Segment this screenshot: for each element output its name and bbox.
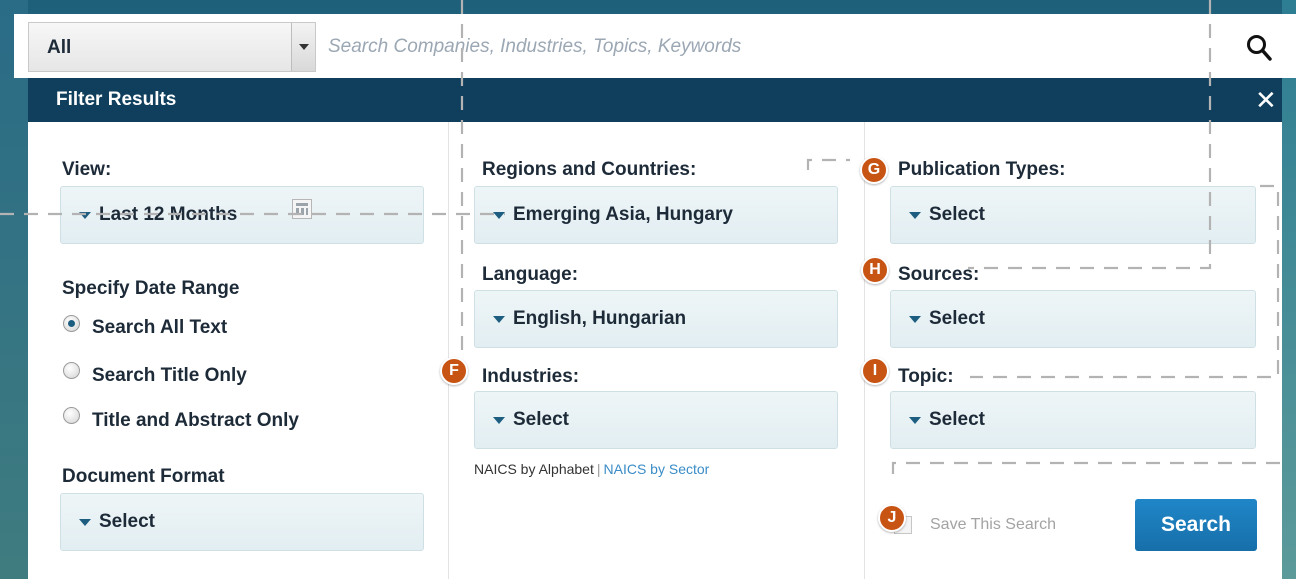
document-format-label: Document Format <box>62 466 225 487</box>
topic-select[interactable]: Select <box>890 391 1256 449</box>
naics-links: NAICS by Alphabet | NAICS by Sector <box>474 461 709 477</box>
view-select[interactable]: Last 12 Months <box>60 186 424 244</box>
topic-label: Topic: <box>898 366 954 387</box>
regions-label: Regions and Countries: <box>482 159 697 180</box>
caret-down-icon <box>79 519 91 526</box>
document-format-value: Select <box>99 511 155 532</box>
view-select-value: Last 12 Months <box>99 204 238 225</box>
search-icon[interactable] <box>1246 34 1272 62</box>
close-icon[interactable]: ✕ <box>1255 87 1277 113</box>
calendar-icon[interactable] <box>292 199 312 219</box>
caret-down-icon <box>909 212 921 219</box>
sources-label: Sources: <box>898 264 980 285</box>
background-right <box>1282 0 1296 579</box>
regions-select[interactable]: Emerging Asia, Hungary <box>474 186 838 244</box>
language-select[interactable]: English, Hungarian <box>474 290 838 348</box>
publication-types-select[interactable]: Select <box>890 186 1256 244</box>
search-input[interactable] <box>314 22 1194 72</box>
filter-panel-title: Filter Results <box>56 89 177 110</box>
industries-select-value: Select <box>513 409 569 430</box>
industries-select[interactable]: Select <box>474 391 838 449</box>
caret-down-icon <box>493 212 505 219</box>
search-button[interactable]: Search <box>1135 499 1257 551</box>
annotation-badge-f: F <box>440 357 468 385</box>
caret-down-icon <box>493 417 505 424</box>
search-bar: All <box>14 14 1296 78</box>
language-label: Language: <box>482 264 579 285</box>
document-format-select[interactable]: Select <box>60 493 424 551</box>
language-select-value: English, Hungarian <box>513 308 687 329</box>
column-divider <box>448 122 449 579</box>
topic-select-value: Select <box>929 409 985 430</box>
view-label: View: <box>62 159 112 180</box>
annotation-badge-i: I <box>861 357 889 385</box>
annotation-badge-g: G <box>860 156 888 184</box>
filter-panel: Filter Results ✕ View: Last 12 Months Sp… <box>28 78 1282 579</box>
naics-separator: | <box>596 461 601 477</box>
annotation-badge-j: J <box>878 504 906 532</box>
annotation-badge-h: H <box>861 256 889 284</box>
save-search-label: Save This Search <box>930 516 1056 533</box>
sources-select-value: Select <box>929 308 985 329</box>
radio-title-and-abstract[interactable] <box>63 407 80 424</box>
caret-down-icon <box>493 316 505 323</box>
column-divider <box>864 122 865 579</box>
caret-down-icon <box>909 417 921 424</box>
radio-search-title-only[interactable] <box>63 362 80 379</box>
radio-search-all-text[interactable] <box>63 315 80 332</box>
search-scope-label: All <box>47 37 72 58</box>
radio-label-search-title-only: Search Title Only <box>92 365 247 386</box>
filter-panel-header: Filter Results ✕ <box>28 78 1282 122</box>
regions-select-value: Emerging Asia, Hungary <box>513 204 733 225</box>
search-scope-dropdown[interactable]: All <box>28 22 316 72</box>
industries-label: Industries: <box>482 366 580 387</box>
naics-by-alphabet-link[interactable]: NAICS by Alphabet <box>474 461 594 477</box>
caret-down-icon <box>79 212 91 219</box>
naics-by-sector-link[interactable]: NAICS by Sector <box>604 461 710 477</box>
background-left <box>0 0 28 579</box>
radio-label-title-and-abstract: Title and Abstract Only <box>92 410 299 431</box>
date-range-label: Specify Date Range <box>62 278 240 299</box>
radio-label-search-all-text: Search All Text <box>92 317 228 338</box>
publication-types-label: Publication Types: <box>898 159 1066 180</box>
publication-types-value: Select <box>929 204 985 225</box>
chevron-down-icon[interactable] <box>291 23 315 71</box>
caret-down-icon <box>909 316 921 323</box>
sources-select[interactable]: Select <box>890 290 1256 348</box>
